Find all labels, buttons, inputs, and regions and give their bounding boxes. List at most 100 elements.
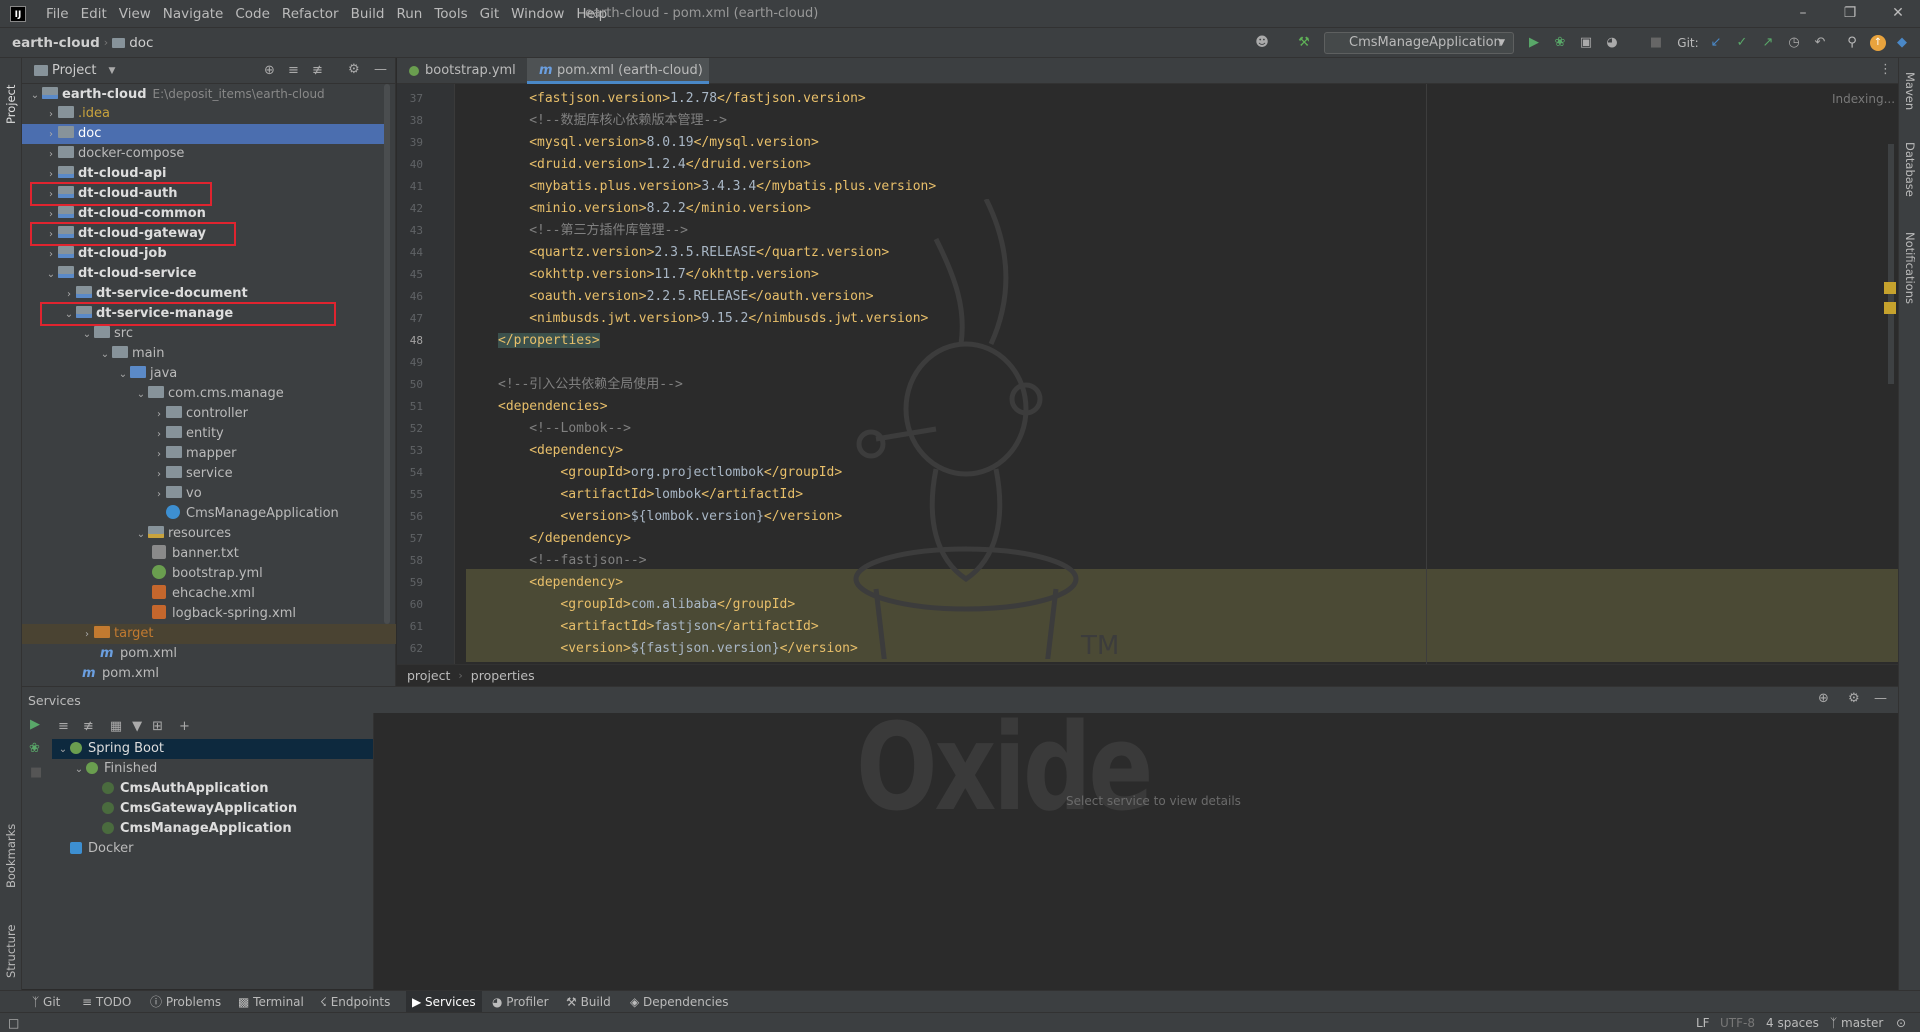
git-update-icon[interactable]: ↙ xyxy=(1708,35,1724,51)
menu-run[interactable]: Run xyxy=(390,6,428,22)
editor-scrollbar[interactable] xyxy=(1888,144,1894,384)
line-number[interactable]: 50 xyxy=(397,378,423,391)
line-number[interactable]: 62 xyxy=(397,642,423,655)
menu-navigate[interactable]: Navigate xyxy=(157,6,230,22)
group-icon[interactable]: ▦ xyxy=(110,719,122,734)
line-number[interactable]: 48 xyxy=(397,334,423,347)
tree-item-pom-xml-module[interactable]: m pom.xml xyxy=(22,644,384,664)
stop-icon[interactable]: ■ xyxy=(1648,35,1664,51)
line-number[interactable]: 55 xyxy=(397,488,423,501)
notifications-tool-button[interactable]: Notifications xyxy=(1903,232,1917,304)
locate-icon[interactable]: ⊕ xyxy=(264,63,275,78)
menu-file[interactable]: File xyxy=(40,6,75,22)
scrollbar[interactable] xyxy=(384,84,390,624)
expand-all-icon[interactable]: ≡ xyxy=(58,719,69,734)
menu-window[interactable]: Window xyxy=(505,6,570,22)
line-number[interactable]: 47 xyxy=(397,312,423,325)
git-push-icon[interactable]: ↗ xyxy=(1760,35,1776,51)
debug-icon[interactable]: ❀ xyxy=(1552,35,1568,51)
tree-item-dt-cloud-api[interactable]: › dt-cloud-api xyxy=(22,164,384,184)
tree-item-dt-cloud-common[interactable]: › dt-cloud-common xyxy=(22,204,384,224)
nav-folder[interactable]: doc xyxy=(129,35,153,51)
line-separator[interactable]: LF xyxy=(1696,1013,1710,1032)
code-editor[interactable]: TM <fastjson.version>1.2.78</fastjson.ve… xyxy=(456,84,1898,664)
line-number[interactable]: 43 xyxy=(397,224,423,237)
file-encoding[interactable]: UTF-8 xyxy=(1720,1013,1755,1032)
tree-item-mapper[interactable]: › mapper xyxy=(22,444,384,464)
profile-icon[interactable]: ◕ xyxy=(1604,35,1620,51)
svc-item-finished[interactable]: ⌄ Finished xyxy=(52,759,373,779)
tab-bootstrap-yml[interactable]: bootstrap.yml ✕ xyxy=(397,58,525,103)
dropdown-icon[interactable]: ▼ xyxy=(108,66,115,76)
tree-item-doc[interactable]: › doc xyxy=(22,124,384,144)
svc-item-spring-boot[interactable]: ⌄ Spring Boot xyxy=(52,739,373,759)
line-number[interactable]: 45 xyxy=(397,268,423,281)
expand-all-icon[interactable]: ≡ xyxy=(288,63,299,78)
tool-terminal[interactable]: ▩ Terminal xyxy=(232,991,310,1013)
stop-icon[interactable]: ■ xyxy=(30,765,42,780)
tree-item-src[interactable]: ⌄ src xyxy=(22,324,384,344)
svc-item-cms-gateway[interactable]: CmsGatewayApplication xyxy=(52,799,373,819)
filter-icon[interactable]: ▼ xyxy=(132,719,142,734)
tool-services[interactable]: ▶ Services xyxy=(406,991,482,1013)
hide-icon[interactable]: — xyxy=(374,62,387,77)
line-number[interactable]: 60 xyxy=(397,598,423,611)
line-number[interactable]: 44 xyxy=(397,246,423,259)
layout-icon[interactable]: □ xyxy=(8,1013,19,1032)
tool-profiler[interactable]: ◕ Profiler xyxy=(486,991,555,1013)
hide-icon[interactable]: — xyxy=(1874,691,1887,706)
tree-item-dt-cloud-job[interactable]: › dt-cloud-job xyxy=(22,244,384,264)
coverage-icon[interactable]: ▣ xyxy=(1578,35,1594,51)
tool-endpoints[interactable]: ☇ Endpoints xyxy=(314,991,396,1013)
tool-git[interactable]: ᛉ Git xyxy=(26,991,66,1013)
tree-item-java[interactable]: ⌄ java xyxy=(22,364,384,384)
indent-setting[interactable]: 4 spaces xyxy=(1766,1013,1819,1032)
rollback-icon[interactable]: ↶ xyxy=(1812,35,1828,51)
line-number[interactable]: 61 xyxy=(397,620,423,633)
line-number[interactable]: 57 xyxy=(397,532,423,545)
menu-git[interactable]: Git xyxy=(474,6,506,22)
menu-code[interactable]: Code xyxy=(229,6,276,22)
git-commit-icon[interactable]: ✓ xyxy=(1734,35,1750,51)
line-number[interactable]: 41 xyxy=(397,180,423,193)
breadcrumb-properties[interactable]: properties xyxy=(471,668,535,683)
search-icon[interactable]: ⚲ xyxy=(1844,35,1860,51)
maven-tool-button[interactable]: Maven xyxy=(1903,72,1917,110)
tree-item-docker-compose[interactable]: › docker-compose xyxy=(22,144,384,164)
line-number[interactable]: 42 xyxy=(397,202,423,215)
svc-item-cms-auth[interactable]: CmsAuthApplication xyxy=(52,779,373,799)
tree-item-target[interactable]: › target xyxy=(22,624,396,644)
line-number[interactable]: 46 xyxy=(397,290,423,303)
tree-item-service[interactable]: › service xyxy=(22,464,384,484)
user-icon[interactable]: ☻ xyxy=(1254,35,1270,51)
collapse-all-icon[interactable]: ≢ xyxy=(83,719,94,734)
tree-item-dt-cloud-service[interactable]: ⌄ dt-cloud-service xyxy=(22,264,384,284)
gear-icon[interactable]: ⚙ xyxy=(1848,691,1860,706)
tree-item-main[interactable]: ⌄ main xyxy=(22,344,384,364)
tree-item-entity[interactable]: › entity xyxy=(22,424,384,444)
svc-item-docker[interactable]: Docker xyxy=(52,839,373,859)
tool-problems[interactable]: ⓘ Problems xyxy=(144,991,227,1013)
project-tool-button[interactable]: Project xyxy=(4,64,18,124)
locate-icon[interactable]: ⊕ xyxy=(1818,691,1829,706)
tree-item-bootstrap-yml[interactable]: bootstrap.yml xyxy=(22,564,384,584)
menu-build[interactable]: Build xyxy=(345,6,391,22)
line-number[interactable]: 37 xyxy=(397,92,423,105)
tree-item-vo[interactable]: › vo xyxy=(22,484,384,504)
restore-icon[interactable]: ❐ xyxy=(1840,5,1860,21)
line-number[interactable]: 52 xyxy=(397,422,423,435)
structure-tool-button[interactable]: Structure xyxy=(4,908,18,979)
line-number[interactable]: 38 xyxy=(397,114,423,127)
menu-view[interactable]: View xyxy=(113,6,157,22)
line-number[interactable]: 39 xyxy=(397,136,423,149)
tool-todo[interactable]: ≡ TODO xyxy=(76,991,137,1013)
menu-tools[interactable]: Tools xyxy=(428,6,473,22)
tree-item-idea[interactable]: › .idea xyxy=(22,104,384,124)
tree-item-banner-txt[interactable]: banner.txt xyxy=(22,544,384,564)
tree-item-controller[interactable]: › controller xyxy=(22,404,384,424)
run-icon[interactable]: ▶ xyxy=(30,717,40,732)
run-icon[interactable]: ▶ xyxy=(1526,35,1542,51)
tree-item-resources[interactable]: ⌄ resources xyxy=(22,524,384,544)
warning-marker[interactable] xyxy=(1884,282,1896,294)
line-number[interactable]: 59 xyxy=(397,576,423,589)
